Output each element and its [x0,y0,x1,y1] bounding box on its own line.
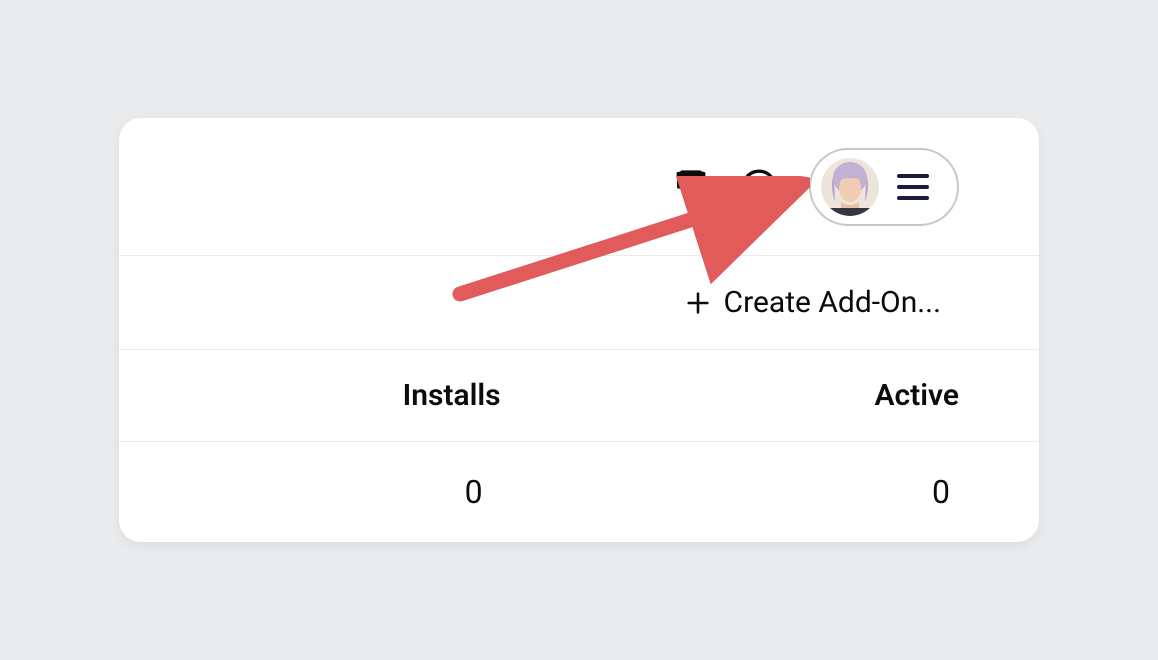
active-value: 0 [561,473,1039,511]
table-row: 0 0 [119,442,1039,542]
create-addon-label: Create Add-On... [724,285,941,320]
card-panel: Create Add-On... Installs Active 0 0 [119,118,1039,542]
plus-icon [684,289,712,317]
inbox-icon[interactable] [673,169,709,205]
column-header-active: Active [561,378,1039,413]
plus-circle-icon[interactable] [739,167,779,207]
header-bar [119,118,1039,256]
hamburger-icon [897,174,929,200]
installs-value: 0 [119,473,561,511]
avatar [821,158,879,216]
table-header: Installs Active [119,350,1039,442]
create-addon-button[interactable]: Create Add-On... [684,285,941,320]
column-header-installs: Installs [119,378,561,413]
create-row: Create Add-On... [119,256,1039,350]
profile-menu-button[interactable] [809,148,959,226]
